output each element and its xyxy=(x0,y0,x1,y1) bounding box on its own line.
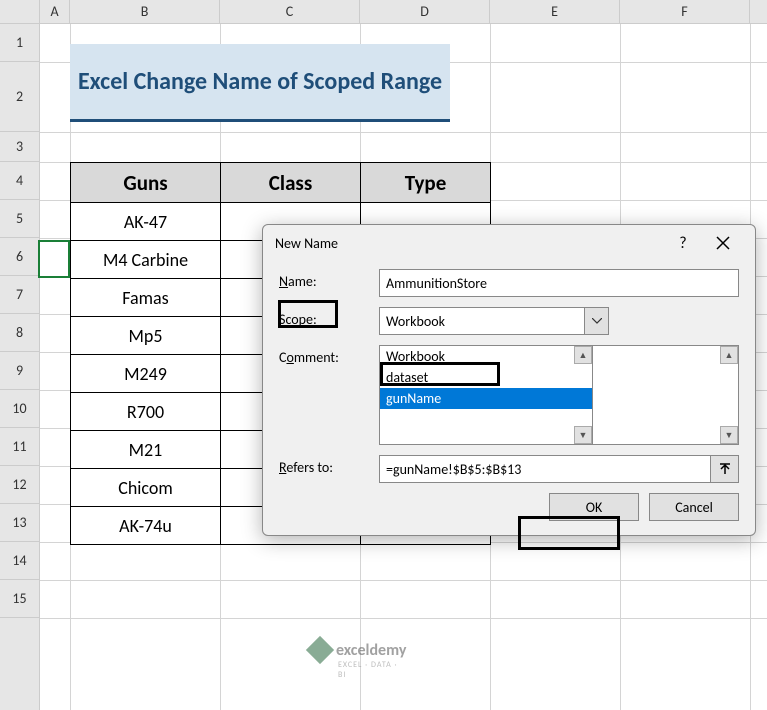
scroll-down-button[interactable]: ▼ xyxy=(574,426,592,444)
select-all-corner[interactable] xyxy=(0,0,40,23)
row-header[interactable]: 11 xyxy=(0,428,39,466)
ok-button[interactable]: OK xyxy=(549,493,639,521)
help-button[interactable]: ? xyxy=(663,227,703,259)
row-headers: 1 2 3 4 5 6 7 8 9 10 11 12 13 14 15 xyxy=(0,24,40,710)
close-button[interactable] xyxy=(703,227,743,259)
spreadsheet: A B C D E F 1 2 3 4 5 6 7 8 9 10 11 12 1… xyxy=(0,0,767,710)
scope-option[interactable]: Workbook xyxy=(380,346,592,367)
col-header-f[interactable]: F xyxy=(620,0,750,23)
scope-value: Workbook xyxy=(379,307,585,335)
scope-label: Scope: xyxy=(279,307,379,328)
row-header[interactable]: 7 xyxy=(0,276,39,314)
col-header-d[interactable]: D xyxy=(360,0,490,23)
col-header-a[interactable]: A xyxy=(40,0,70,23)
th-class[interactable]: Class xyxy=(221,163,361,203)
watermark: exceldemy EXCEL · DATA · BI xyxy=(310,640,406,660)
scope-listbox[interactable]: Workbook dataset gunName ▲ ▼ xyxy=(379,345,593,445)
row-header[interactable]: 6 xyxy=(0,238,39,276)
th-guns[interactable]: Guns xyxy=(71,163,221,203)
scope-option-selected[interactable]: gunName xyxy=(380,388,592,409)
cell[interactable]: Mp5 xyxy=(71,317,221,355)
row-header[interactable]: 13 xyxy=(0,504,39,542)
cancel-button[interactable]: Cancel xyxy=(649,493,739,521)
name-label: Name: xyxy=(279,269,379,290)
scroll-up-button[interactable]: ▲ xyxy=(574,346,592,364)
chevron-down-icon xyxy=(592,318,602,324)
cell[interactable]: R700 xyxy=(71,393,221,431)
cell[interactable]: M249 xyxy=(71,355,221,393)
cell[interactable]: AK-74u xyxy=(71,507,221,545)
scope-dropdown-button[interactable] xyxy=(585,307,609,335)
watermark-tag: EXCEL · DATA · BI xyxy=(338,660,406,680)
scroll-down-button[interactable]: ▼ xyxy=(720,426,738,444)
collapse-dialog-button[interactable] xyxy=(711,455,739,483)
cell[interactable]: Chicom xyxy=(71,469,221,507)
row-header[interactable]: 2 xyxy=(0,62,39,132)
refers-input[interactable] xyxy=(379,455,711,483)
logo-icon xyxy=(306,636,334,664)
row-header[interactable]: 4 xyxy=(0,162,39,200)
cell[interactable]: M4 Carbine xyxy=(71,241,221,279)
collapse-icon xyxy=(719,463,731,475)
column-headers: A B C D E F xyxy=(0,0,767,24)
scope-combo[interactable]: Workbook xyxy=(379,307,609,335)
watermark-brand: exceldemy xyxy=(336,641,406,660)
col-header-b[interactable]: B xyxy=(70,0,220,23)
sheet-title: Excel Change Name of Scoped Range xyxy=(70,44,450,122)
row-header[interactable]: 10 xyxy=(0,390,39,428)
row-header[interactable]: 14 xyxy=(0,542,39,580)
cell[interactable]: M21 xyxy=(71,431,221,469)
dialog-title: New Name xyxy=(275,235,663,252)
row-header[interactable]: 15 xyxy=(0,580,39,618)
dialog-titlebar[interactable]: New Name ? xyxy=(263,225,755,261)
cell[interactable]: Famas xyxy=(71,279,221,317)
sheet-title-text: Excel Change Name of Scoped Range xyxy=(78,66,442,97)
row-header[interactable]: 3 xyxy=(0,132,39,162)
refers-label: Refers to: xyxy=(279,455,379,476)
row-header[interactable]: 1 xyxy=(0,24,39,62)
th-type[interactable]: Type xyxy=(361,163,491,203)
row-header[interactable]: 5 xyxy=(0,200,39,238)
row-header[interactable]: 9 xyxy=(0,352,39,390)
cell[interactable]: AK-47 xyxy=(71,203,221,241)
close-icon xyxy=(716,236,730,250)
row-header[interactable]: 12 xyxy=(0,466,39,504)
new-name-dialog: New Name ? Name: Scope: Workbook xyxy=(262,224,756,536)
row-header[interactable]: 8 xyxy=(0,314,39,352)
scope-option[interactable]: dataset xyxy=(380,367,592,388)
comment-label: Comment: xyxy=(279,345,379,366)
col-header-c[interactable]: C xyxy=(220,0,360,23)
name-input[interactable] xyxy=(379,269,739,297)
col-header-e[interactable]: E xyxy=(490,0,620,23)
comment-textarea[interactable]: ▲ ▼ xyxy=(592,345,739,445)
scroll-up-button[interactable]: ▲ xyxy=(720,346,738,364)
